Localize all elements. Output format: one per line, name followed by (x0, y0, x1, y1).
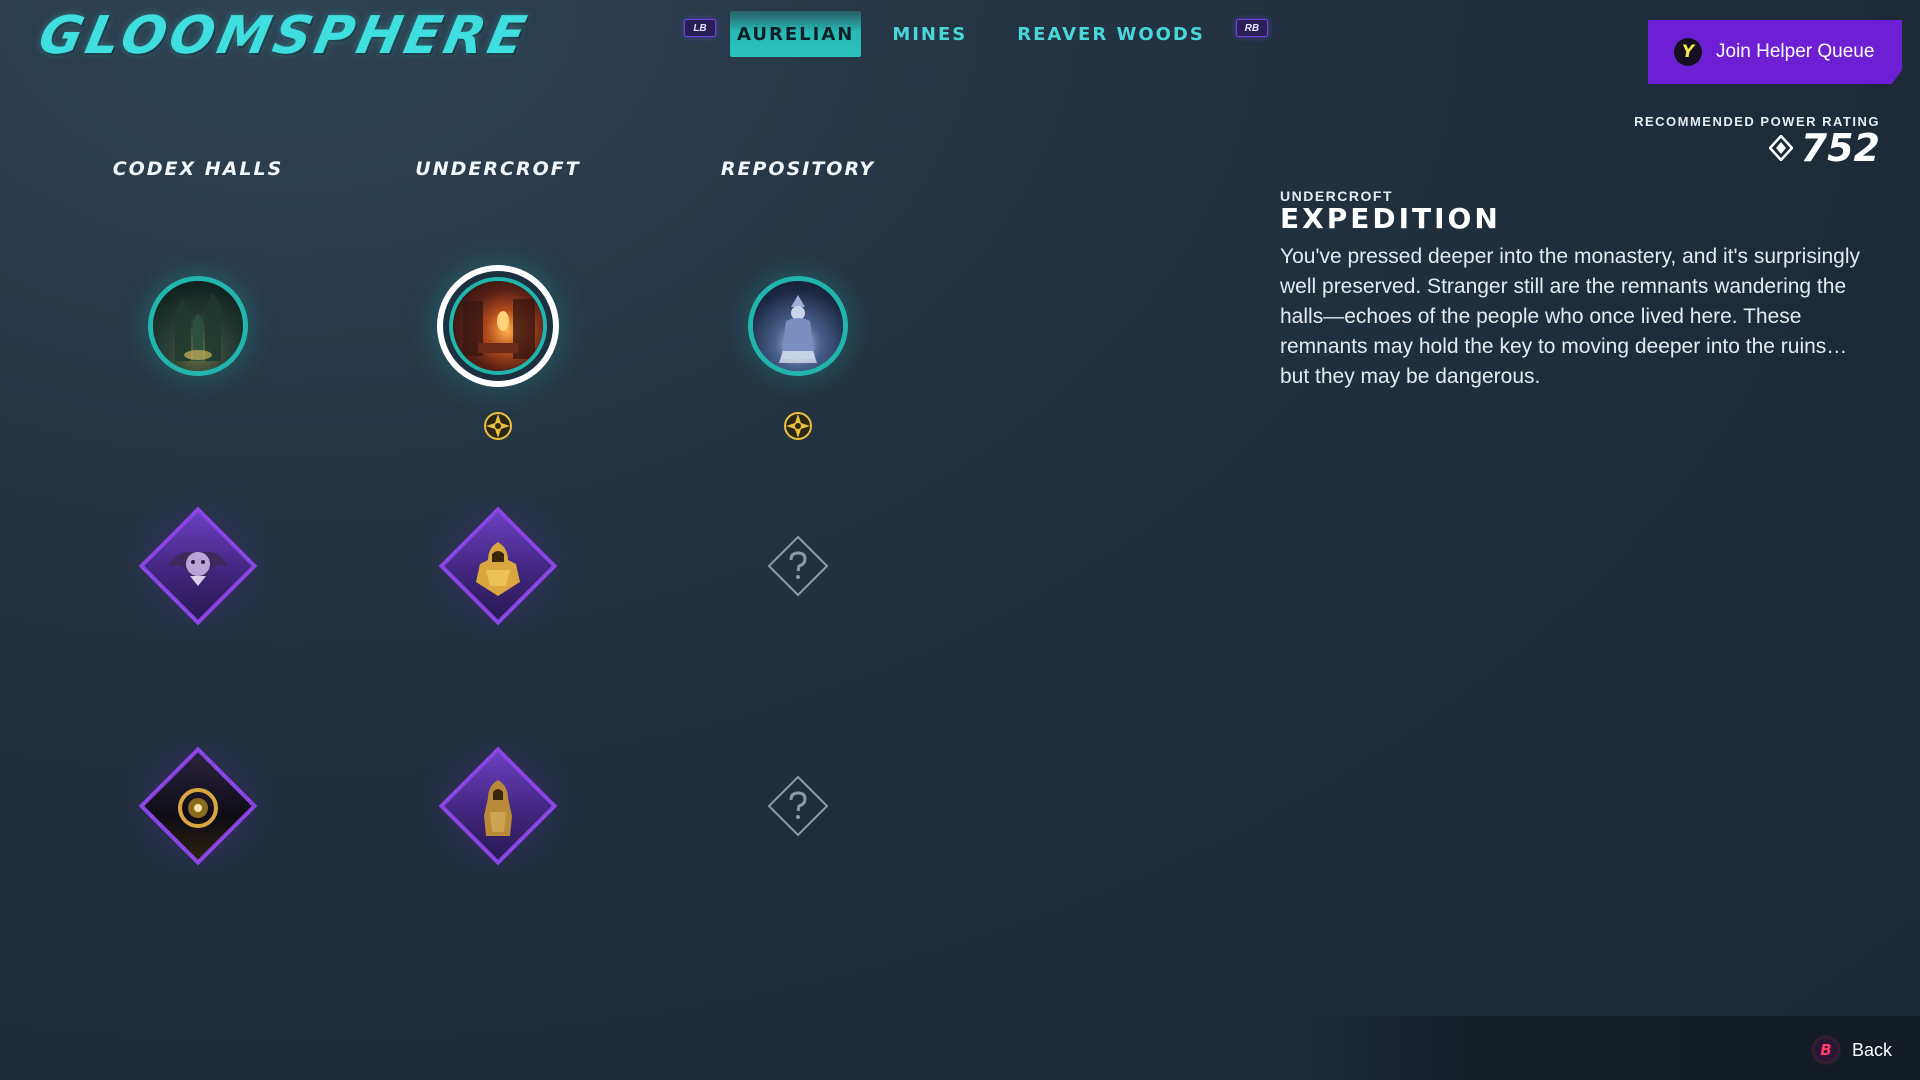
codex-halls-boss-node-2[interactable] (120, 728, 276, 884)
power-rating-number: 752 (1800, 126, 1880, 170)
undercroft-boss-node-1[interactable] (420, 488, 576, 644)
column-header-undercroft: UNDERCROFT (415, 158, 581, 180)
lb-bumper-icon[interactable]: LB (684, 19, 716, 37)
forest-cathedral-scene-icon (153, 281, 243, 371)
gold-compass-reward-icon (483, 411, 513, 441)
undercroft-expedition-node-selected[interactable] (437, 265, 559, 387)
join-helper-queue-button[interactable]: Y Join Helper Queue (1648, 20, 1902, 84)
codex-halls-boss-node-1[interactable] (120, 488, 276, 644)
back-button[interactable]: B Back (1813, 1038, 1892, 1062)
undercroft-boss-node-2[interactable] (420, 728, 576, 884)
repository-locked-node-1[interactable] (763, 531, 833, 601)
back-label: Back (1851, 1039, 1892, 1060)
golden-eye-orb-icon (178, 788, 218, 828)
column-header-codex-halls: CODEX HALLS (112, 158, 284, 180)
golden-armor-icon (476, 542, 520, 596)
y-button-icon: Y (1674, 38, 1702, 66)
game-logo: GLOOMSPHERE (33, 6, 535, 66)
robed-figure-icon (484, 780, 512, 836)
rb-bumper-icon[interactable]: RB (1235, 19, 1268, 37)
undercroft-expedition-frame (449, 277, 547, 375)
question-mark-icon (767, 775, 829, 837)
question-mark-icon (767, 535, 829, 597)
tab-aurelian[interactable]: AURELIAN (730, 11, 862, 57)
power-rating-icon (1768, 135, 1793, 161)
b-button-icon: B (1813, 1038, 1838, 1062)
detail-description: You've pressed deeper into the monastery… (1280, 245, 1861, 388)
recommended-power-value: 752 (1768, 126, 1880, 170)
repository-expedition-node[interactable] (748, 276, 848, 376)
tab-reaver-woods[interactable]: REAVER WOODS (1010, 11, 1212, 57)
winged-creature-icon (168, 551, 228, 588)
firelit-chamber-scene-icon (453, 281, 543, 371)
detail-title: EXPEDITION (1280, 202, 1501, 235)
repository-locked-node-2[interactable] (763, 771, 833, 841)
codex-halls-expedition-node[interactable] (148, 276, 248, 376)
join-helper-queue-label: Join Helper Queue (1716, 41, 1875, 62)
robed-statue-scene-icon (753, 281, 843, 371)
region-tab-bar: LB AURELIAN MINES REAVER WOODS RB (684, 10, 1268, 58)
column-header-repository: REPOSITORY (720, 158, 876, 180)
tab-mines[interactable]: MINES (885, 11, 974, 57)
gold-compass-reward-icon (783, 411, 813, 441)
